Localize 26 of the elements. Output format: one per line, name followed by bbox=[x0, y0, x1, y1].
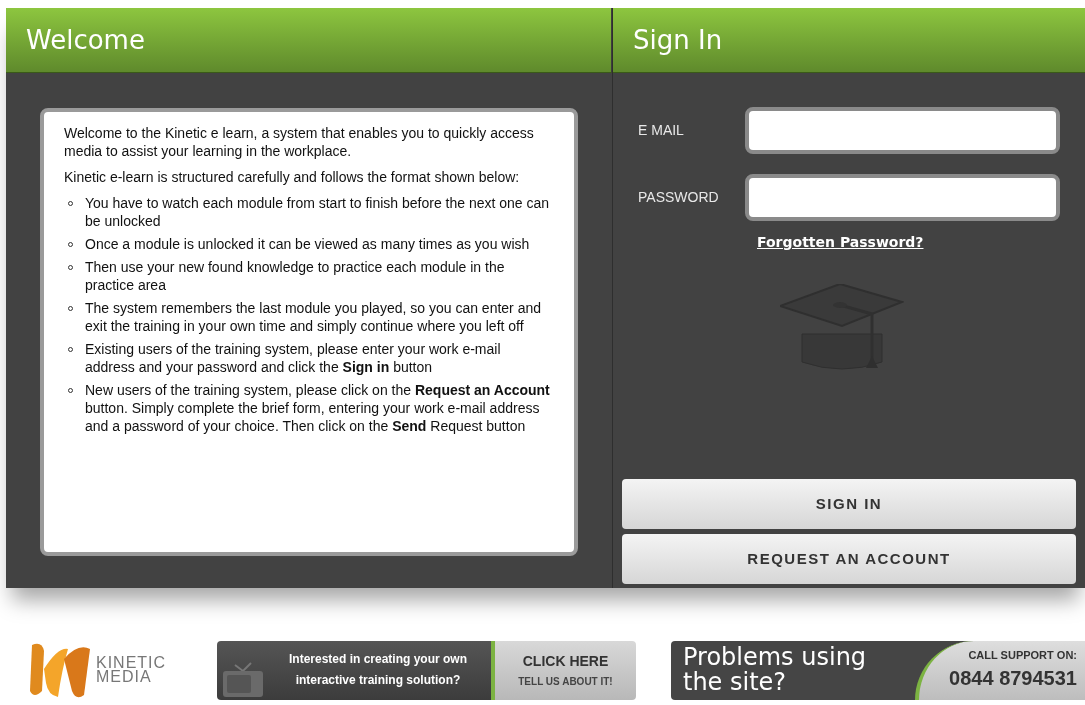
bullet-text: Once a module is unlocked it can be viewed as many times as you wish bbox=[85, 235, 530, 253]
cta-text: CLICK HERE bbox=[522, 652, 609, 671]
logo-text: KINETIC bbox=[96, 656, 167, 670]
forgot-password-link[interactable]: Forgotten Password? bbox=[757, 234, 924, 250]
cta-subtext: TELL US ABOUT IT! bbox=[518, 675, 613, 689]
bullet-text: New users of the training system, please click on the Request an Account button. Simply complete the brief form, entering your work e-mail address and a password of your choice. Then click on the Send Request button bbox=[85, 381, 551, 435]
bullet-text: Existing users of the training system, please enter your work e-mail address and your password and click the Sign in button bbox=[85, 340, 502, 376]
bullet-text: You have to watch each module from start to finish before the next one can be unlocked bbox=[85, 194, 551, 230]
panel-title: Welcome bbox=[26, 23, 145, 57]
support-headline: the site? bbox=[683, 670, 788, 695]
support-phone: 0844 8794531 bbox=[949, 666, 1077, 692]
panel-title: Sign In bbox=[633, 23, 723, 57]
bullet-text: Then use your new found knowledge to practice each module in the practice area bbox=[85, 258, 506, 294]
logo-text: MEDIA bbox=[96, 670, 153, 684]
field-label: E MAIL bbox=[638, 121, 685, 140]
request-account-button[interactable]: REQUEST AN ACCOUNT bbox=[622, 534, 1076, 584]
field-label: PASSWORD bbox=[638, 188, 720, 207]
promo-text: Interested in creating your own interactive training solution? bbox=[288, 651, 468, 689]
input-field[interactable] bbox=[745, 107, 1060, 154]
sign-in-button[interactable]: SIGN IN bbox=[622, 479, 1076, 529]
support-headline: Problems using bbox=[683, 645, 868, 670]
bullet-text: The system remembers the last module you played, so you can enter and exit the training in your own time and simply continue where you left off bbox=[85, 299, 542, 335]
support-label: CALL SUPPORT ON: bbox=[968, 647, 1077, 663]
info-paragraph: Welcome to the Kinetic e learn, a system that enables you to quickly access media to assist your learning in the workplace. bbox=[64, 124, 535, 160]
info-paragraph: Kinetic e-learn is structured carefully and follows the format shown below: bbox=[64, 168, 521, 186]
input-field[interactable] bbox=[745, 174, 1060, 221]
